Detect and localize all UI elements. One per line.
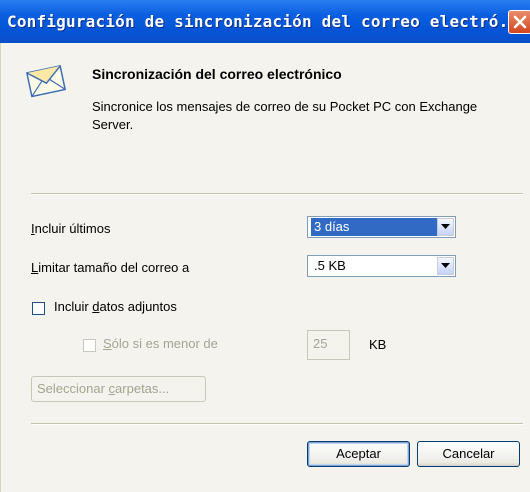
dropdown-button[interactable] [437, 218, 454, 236]
header-title: Sincronización del correo electrónico [92, 66, 342, 82]
close-button[interactable] [508, 10, 530, 34]
window-title: Configuración de sincronización del corr… [7, 12, 529, 31]
title-bar[interactable]: Configuración de sincronización del corr… [0, 0, 530, 43]
dialog-body: Sincronización del correo electrónico Si… [0, 43, 530, 492]
only-if-smaller-label: Sólo si es menor de [103, 336, 218, 351]
limit-size-value: .5 KB [314, 258, 346, 273]
select-folders-button[interactable]: Seleccionar carpetas... [31, 376, 206, 402]
ok-button[interactable]: Aceptar [307, 441, 410, 467]
limit-size-select[interactable]: .5 KB [307, 255, 456, 277]
separator [31, 423, 523, 425]
include-attachments-checkbox[interactable] [32, 302, 45, 315]
size-unit-label: KB [369, 337, 387, 352]
size-limit-input[interactable]: 25 [307, 330, 350, 360]
envelope-icon [25, 61, 69, 104]
limit-size-label: Limitar tamaño del correo a [31, 260, 190, 275]
header-description: Sincronice los mensajes de correo de su … [92, 99, 478, 132]
cancel-button[interactable]: Cancelar [417, 441, 520, 467]
dropdown-button[interactable] [437, 257, 454, 275]
separator [31, 193, 523, 195]
include-last-label: Incluir últimos [31, 221, 111, 236]
include-attachments-label[interactable]: Incluir datos adjuntos [54, 299, 177, 314]
only-if-smaller-checkbox[interactable] [83, 339, 96, 352]
include-last-value: 3 días [311, 218, 437, 236]
include-last-select[interactable]: 3 días [307, 216, 456, 238]
